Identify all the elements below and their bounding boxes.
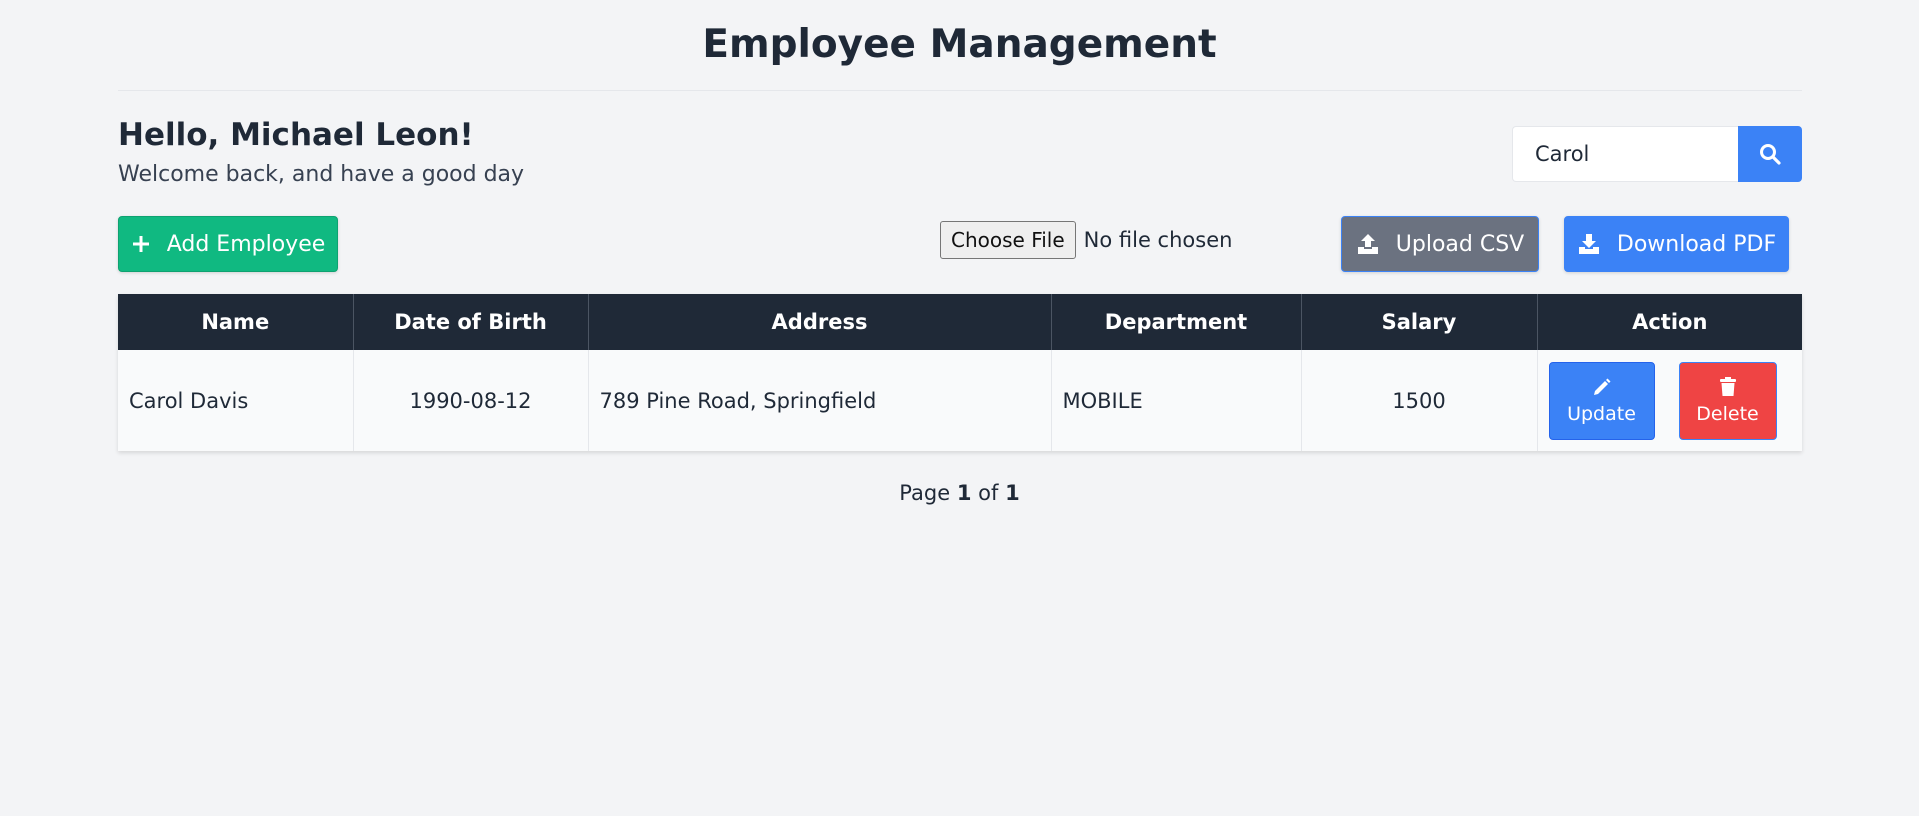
trash-icon [1719,376,1736,396]
upload-csv-button[interactable]: Upload CSV [1341,216,1539,272]
download-pdf-button[interactable]: Download PDF [1564,216,1789,272]
welcome-message: Welcome back, and have a good day [118,162,525,187]
pagination: Page 1 of 1 [0,481,1919,505]
search-bar [1512,126,1802,182]
title-divider [118,90,1802,91]
pagination-prefix: Page [899,481,951,505]
column-header-action: Action [1537,294,1802,350]
table-row: Carol Davis 1990-08-12 789 Pine Road, Sp… [118,350,1802,451]
pagination-total: 1 [1005,481,1020,505]
pagination-current: 1 [956,481,972,505]
file-status: No file chosen [1083,228,1233,252]
download-pdf-label: Download PDF [1616,231,1777,257]
upload-csv-label: Upload CSV [1395,231,1525,257]
add-employee-button[interactable]: Add Employee [118,216,338,272]
cell-actions: Update Delete [1537,350,1802,451]
greeting-heading: Hello, Michael Leon! [118,117,474,153]
column-header-name[interactable]: Name [118,294,354,350]
table-header-row: Name Date of Birth Address Department Sa… [118,294,1802,350]
cell-salary: 1500 [1301,350,1538,451]
cell-department: MOBILE [1051,350,1302,451]
search-icon [1760,144,1781,165]
cell-dob: 1990-08-12 [353,350,589,451]
file-input: Choose File No file chosen [940,221,1232,259]
cell-address: 789 Pine Road, Springfield [588,350,1052,451]
delete-button[interactable]: Delete [1678,361,1777,440]
upload-icon [1357,234,1378,254]
delete-label: Delete [1696,402,1759,425]
update-button[interactable]: Update [1548,361,1655,440]
choose-file-button[interactable]: Choose File [940,221,1076,259]
page-title: Employee Management [702,22,1217,67]
column-header-dob[interactable]: Date of Birth [353,294,589,350]
column-header-salary[interactable]: Salary [1301,294,1538,350]
column-header-address[interactable]: Address [588,294,1052,350]
search-input[interactable] [1512,126,1738,182]
employee-table: Name Date of Birth Address Department Sa… [118,294,1802,451]
download-icon [1578,234,1599,254]
add-employee-label: Add Employee [166,231,326,257]
update-label: Update [1567,402,1636,425]
pagination-separator: of [978,481,999,505]
column-header-department[interactable]: Department [1051,294,1302,350]
search-button[interactable] [1738,126,1802,182]
cell-name: Carol Davis [118,350,354,451]
plus-icon [132,236,149,252]
pencil-icon [1593,378,1610,395]
